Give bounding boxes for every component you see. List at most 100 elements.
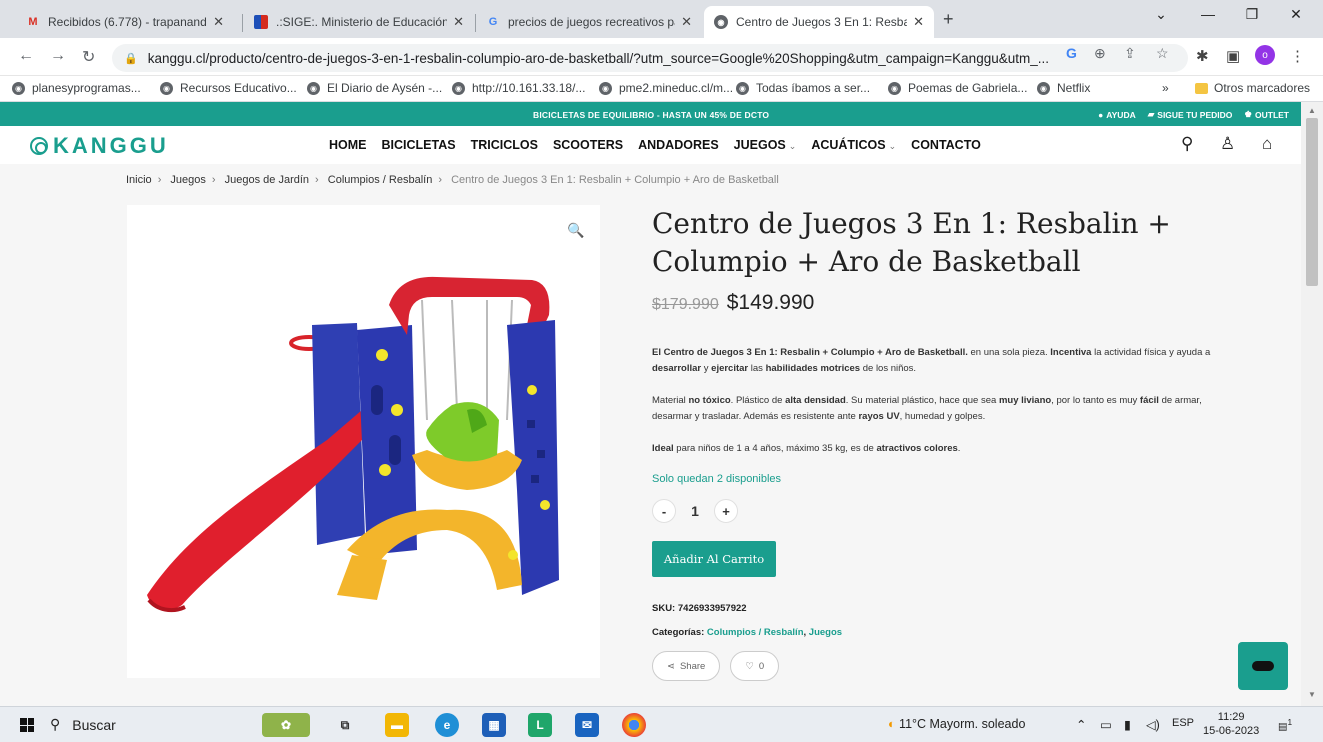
- breadcrumb-link[interactable]: Juegos: [170, 174, 205, 186]
- google-lens-icon[interactable]: G: [1066, 45, 1077, 61]
- menu-triciclos[interactable]: TRICICLOS: [471, 138, 538, 152]
- volume-icon[interactable]: ◁): [1146, 717, 1160, 732]
- menu-juegos[interactable]: JUEGOS ⌄: [734, 138, 797, 152]
- account-icon[interactable]: ♙: [1220, 134, 1235, 154]
- search-icon[interactable]: ⚲: [1181, 134, 1193, 154]
- close-window-button[interactable]: ✕: [1274, 6, 1318, 23]
- quantity-decrease-button[interactable]: -: [652, 499, 676, 523]
- close-tab-icon[interactable]: ✕: [681, 14, 692, 30]
- menu-scooters[interactable]: SCOOTERS: [553, 138, 623, 152]
- wishlist-button[interactable]: ♡ 0: [730, 651, 780, 681]
- windows-taskbar: ⚲ Buscar ✿ ⧉ ▬ e ▦ L ✉ ◐ 11°C Mayorm. sol…: [0, 706, 1323, 742]
- store-icon[interactable]: ▦: [482, 713, 506, 737]
- close-tab-icon[interactable]: ✕: [213, 14, 224, 30]
- extensions-icon[interactable]: ✱: [1196, 47, 1209, 65]
- promo-text[interactable]: BICICLETAS DE EQUILIBRIO - HASTA UN 45% …: [533, 110, 769, 120]
- task-view-icon[interactable]: ⧉: [333, 713, 357, 737]
- bookmark-item[interactable]: ◉ planesyprogramas...: [12, 81, 141, 95]
- tab-kanggu-product[interactable]: ◉ Centro de Juegos 3 En 1: Resbali ✕: [704, 6, 934, 38]
- bookmark-item[interactable]: ◉ http://10.161.33.18/...: [452, 81, 585, 95]
- breadcrumb-link[interactable]: Inicio: [126, 174, 152, 186]
- lock-icon[interactable]: 🔒: [124, 52, 138, 65]
- quantity-input[interactable]: 1: [688, 503, 702, 519]
- browser-menu-icon[interactable]: ⋮: [1290, 47, 1305, 65]
- price-block: $179.990 $149.990: [652, 291, 1212, 315]
- weather-widget[interactable]: ◐ 11°C Mayorm. soleado: [888, 717, 1025, 731]
- close-tab-icon[interactable]: ✕: [913, 14, 924, 30]
- kanggu-logo[interactable]: KANGGU: [30, 133, 169, 159]
- app-l-icon[interactable]: L: [528, 713, 552, 737]
- bookmark-star-icon[interactable]: ☆: [1156, 45, 1169, 62]
- menu-acuaticos[interactable]: ACUÁTICOS ⌄: [811, 138, 896, 152]
- category-link[interactable]: Columpios / Resbalín: [707, 627, 804, 638]
- restore-button[interactable]: ❐: [1230, 6, 1274, 23]
- chevron-right-icon: ›: [157, 174, 162, 186]
- back-icon[interactable]: ←: [18, 47, 34, 65]
- notifications-icon[interactable]: ▤1: [1278, 717, 1292, 732]
- minimize-button[interactable]: —: [1186, 6, 1230, 22]
- bookmark-item[interactable]: ◉ Netflix: [1037, 81, 1090, 95]
- description-paragraph: Ideal para niños de 1 a 4 años, máximo 3…: [652, 443, 961, 454]
- mail-icon[interactable]: ✉: [575, 713, 599, 737]
- chat-widget-button[interactable]: [1238, 642, 1288, 690]
- zoom-image-button[interactable]: 🔍: [561, 215, 591, 245]
- chrome-icon[interactable]: [622, 713, 646, 737]
- help-link[interactable]: ● AYUDA: [1098, 109, 1136, 120]
- product-gallery[interactable]: 🔍: [127, 205, 600, 678]
- side-panel-icon[interactable]: ▣: [1226, 47, 1240, 65]
- tray-network-icon[interactable]: ▭: [1100, 717, 1112, 732]
- forward-icon[interactable]: →: [50, 47, 66, 65]
- bookmark-item[interactable]: ◉ El Diario de Aysén -...: [307, 81, 442, 95]
- other-bookmarks-folder[interactable]: Otros marcadores: [1195, 81, 1310, 95]
- edge-icon[interactable]: e: [435, 713, 459, 737]
- cart-bag-icon[interactable]: ⌂: [1262, 134, 1272, 154]
- bookmarks-overflow-button[interactable]: »: [1162, 81, 1169, 95]
- page-scrollbar[interactable]: ▲ ▼: [1301, 102, 1323, 706]
- share-button[interactable]: ⋖ Share: [652, 651, 721, 681]
- file-explorer-icon[interactable]: ▬: [385, 713, 409, 737]
- battery-icon[interactable]: ▮: [1124, 717, 1131, 732]
- chevron-down-icon: ⌄: [888, 141, 897, 151]
- breadcrumb-link[interactable]: Juegos de Jardín: [225, 174, 309, 186]
- language-indicator[interactable]: ESP: [1172, 717, 1194, 729]
- bookmark-item[interactable]: ◉ Recursos Educativo...: [160, 81, 297, 95]
- close-tab-icon[interactable]: ✕: [453, 14, 464, 30]
- reload-icon[interactable]: ↻: [82, 47, 95, 67]
- scroll-down-icon[interactable]: ▼: [1308, 690, 1316, 699]
- product-title: Centro de Juegos 3 En 1: Resbalin + Colu…: [652, 207, 1171, 278]
- bookmark-item[interactable]: ◉ Poemas de Gabriela...: [888, 81, 1027, 95]
- add-to-cart-button[interactable]: Añadir Al Carrito: [652, 541, 776, 577]
- truck-icon: ▰: [1147, 109, 1155, 119]
- breadcrumb-link[interactable]: Columpios / Resbalín: [328, 174, 433, 186]
- bookmark-item[interactable]: ◉ Todas íbamos a ser...: [736, 81, 870, 95]
- menu-home[interactable]: HOME: [329, 138, 367, 152]
- tab-sige[interactable]: .:SIGE:. Ministerio de Educación ✕: [244, 6, 474, 38]
- menu-andadores[interactable]: ANDADORES: [638, 138, 719, 152]
- menu-contacto[interactable]: CONTACTO: [911, 138, 981, 152]
- share-page-icon[interactable]: ⇪: [1124, 45, 1136, 62]
- category-link[interactable]: Juegos: [809, 627, 842, 638]
- tray-chevron-icon[interactable]: ⌃: [1076, 717, 1086, 732]
- tab-gmail[interactable]: M Recibidos (6.778) - trapananda20 ✕: [16, 6, 234, 38]
- new-tab-button[interactable]: +: [943, 9, 954, 30]
- quantity-increase-button[interactable]: +: [714, 499, 738, 523]
- zoom-icon[interactable]: ⊕: [1094, 45, 1106, 62]
- address-bar[interactable]: 🔒 kanggu.cl/producto/centro-de-juegos-3-…: [112, 44, 1188, 72]
- scrollbar-thumb[interactable]: [1306, 118, 1318, 286]
- tab-google-search[interactable]: G precios de juegos recreativos par ✕: [476, 6, 702, 38]
- bookmark-item[interactable]: ◉ pme2.mineduc.cl/m...: [599, 81, 733, 95]
- scroll-up-icon[interactable]: ▲: [1308, 106, 1316, 115]
- tab-separator: [242, 14, 243, 32]
- profile-avatar[interactable]: o: [1255, 45, 1275, 65]
- logo-icon: [30, 137, 48, 155]
- taskbar-clock[interactable]: 11:29 15-06-2023: [1203, 710, 1259, 738]
- track-order-link[interactable]: ▰ SIGUE TU PEDIDO: [1148, 109, 1233, 120]
- tab-search-icon[interactable]: ⌄: [1139, 6, 1183, 23]
- menu-bicicletas[interactable]: BICICLETAS: [382, 138, 456, 152]
- taskbar-search[interactable]: ⚲ Buscar: [50, 716, 116, 733]
- outlet-link[interactable]: ♚ OUTLET: [1244, 109, 1289, 120]
- stock-status: Solo quedan 2 disponibles: [652, 473, 782, 485]
- folder-icon: [1195, 82, 1208, 94]
- search-highlight-icon[interactable]: ✿: [262, 713, 310, 737]
- windows-start-icon[interactable]: [20, 718, 34, 732]
